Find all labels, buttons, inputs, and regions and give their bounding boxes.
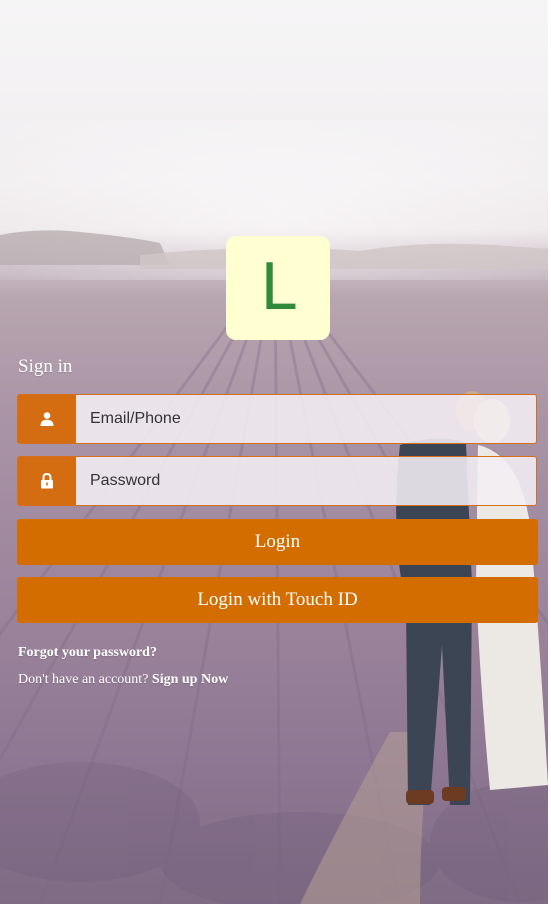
email-field-group: [17, 394, 537, 444]
no-account-text: Don't have an account?: [18, 672, 149, 687]
password-input[interactable]: [76, 457, 536, 505]
app-logo: L: [226, 236, 330, 340]
signup-prompt: Don't have an account? Sign up Now: [18, 672, 228, 688]
forgot-password-link[interactable]: Forgot your password?: [18, 645, 157, 661]
password-field-group: [17, 456, 537, 506]
sign-in-heading: Sign in: [18, 356, 73, 377]
signup-link[interactable]: Sign up Now: [152, 672, 228, 687]
logo-letter: L: [260, 251, 296, 325]
user-icon: [18, 395, 76, 443]
login-button[interactable]: Login: [17, 519, 538, 565]
touch-id-login-button[interactable]: Login with Touch ID: [17, 577, 538, 623]
background-image: [0, 0, 551, 904]
email-input[interactable]: [76, 395, 536, 443]
lock-icon: [18, 457, 76, 505]
